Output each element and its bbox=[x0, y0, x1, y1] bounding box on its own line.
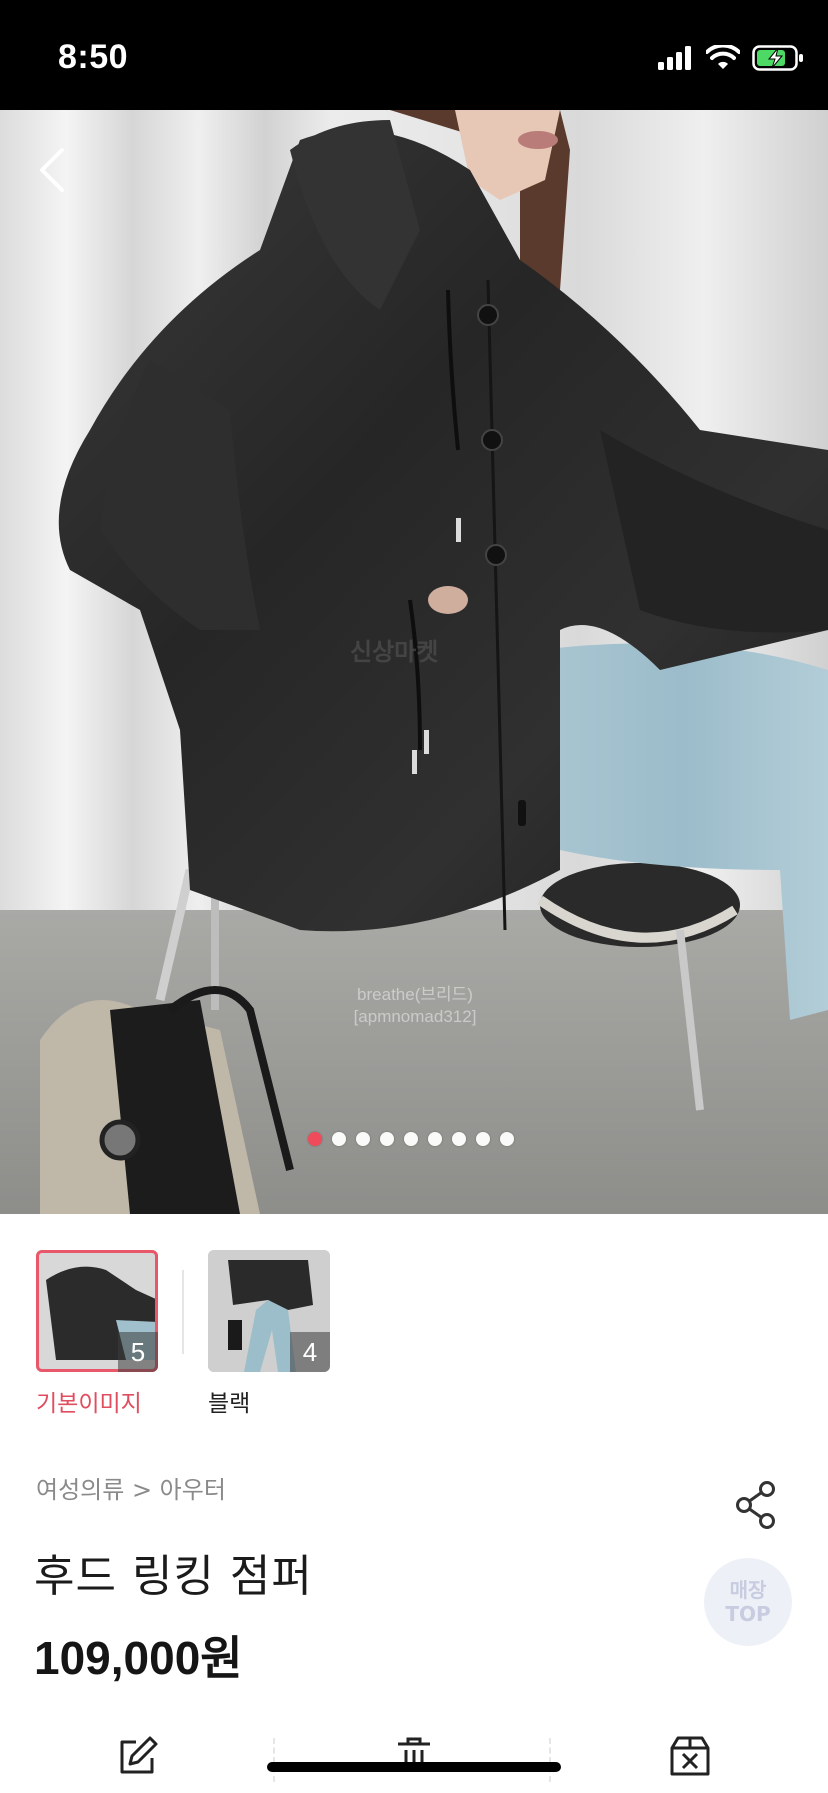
thumbnail-option-black[interactable]: 4 블랙 bbox=[208, 1250, 330, 1418]
cellular-signal-icon bbox=[658, 46, 691, 70]
carousel-dot[interactable] bbox=[308, 1132, 322, 1146]
bottom-action-bar bbox=[0, 1720, 828, 1793]
carousel-dot[interactable] bbox=[500, 1132, 514, 1146]
edit-icon[interactable] bbox=[116, 1734, 160, 1778]
carousel-dot[interactable] bbox=[428, 1132, 442, 1146]
carousel-dot[interactable] bbox=[332, 1132, 346, 1146]
price-unit: 원 bbox=[200, 1631, 243, 1685]
watermark-seller-line1: breathe(브리드) bbox=[357, 985, 473, 1004]
thumbnail-count: 5 bbox=[118, 1332, 158, 1372]
carousel-dots bbox=[0, 1132, 825, 1146]
store-top-line2: TOP bbox=[725, 1602, 771, 1626]
option-thumbnails: 5 기본이미지 4 블랙 bbox=[36, 1250, 330, 1418]
status-icons bbox=[658, 44, 804, 72]
thumbnail-label: 블랙 bbox=[208, 1391, 251, 1417]
product-price: 109,000원 bbox=[34, 1622, 243, 1688]
thumbnail-image[interactable]: 5 bbox=[36, 1250, 158, 1372]
category-breadcrumb[interactable]: 여성의류 > 아우터 bbox=[36, 1470, 226, 1505]
bottom-bar-divider bbox=[273, 1738, 275, 1782]
back-chevron-icon[interactable] bbox=[30, 142, 74, 198]
status-bar: 8:50 bbox=[0, 0, 828, 110]
bottom-bar-divider bbox=[549, 1738, 551, 1782]
thumbnail-label: 기본이미지 bbox=[36, 1391, 142, 1417]
status-time: 8:50 bbox=[58, 38, 129, 76]
watermark-seller: breathe(브리드) [apmnomad312] bbox=[330, 984, 500, 1028]
share-icon[interactable] bbox=[734, 1480, 778, 1530]
price-amount: 109,000 bbox=[34, 1632, 201, 1684]
thumbnail-count: 4 bbox=[290, 1332, 330, 1372]
thumbnail-divider bbox=[182, 1270, 184, 1354]
watermark-seller-line2: [apmnomad312] bbox=[353, 1007, 477, 1026]
watermark-center: 신상마켓 bbox=[350, 639, 439, 666]
battery-charging-icon bbox=[752, 45, 803, 71]
carousel-dot[interactable] bbox=[476, 1132, 490, 1146]
remove-box-icon[interactable] bbox=[668, 1734, 712, 1778]
thumbnail-image[interactable]: 4 bbox=[208, 1250, 330, 1372]
store-top-button[interactable]: 매장 TOP bbox=[704, 1558, 792, 1646]
carousel-dot[interactable] bbox=[356, 1132, 370, 1146]
carousel-dot[interactable] bbox=[380, 1132, 394, 1146]
wifi-icon bbox=[706, 45, 740, 69]
carousel-dot[interactable] bbox=[404, 1132, 418, 1146]
thumbnail-option-default[interactable]: 5 기본이미지 bbox=[36, 1250, 158, 1418]
carousel-dot[interactable] bbox=[452, 1132, 466, 1146]
product-image-carousel[interactable]: 신상마켓 breathe(브리드) [apmnomad312] bbox=[0, 110, 828, 1214]
home-indicator bbox=[267, 1762, 561, 1772]
product-title: 후드 링킹 점퍼 bbox=[34, 1551, 313, 1602]
store-top-line1: 매장 bbox=[729, 1578, 767, 1602]
